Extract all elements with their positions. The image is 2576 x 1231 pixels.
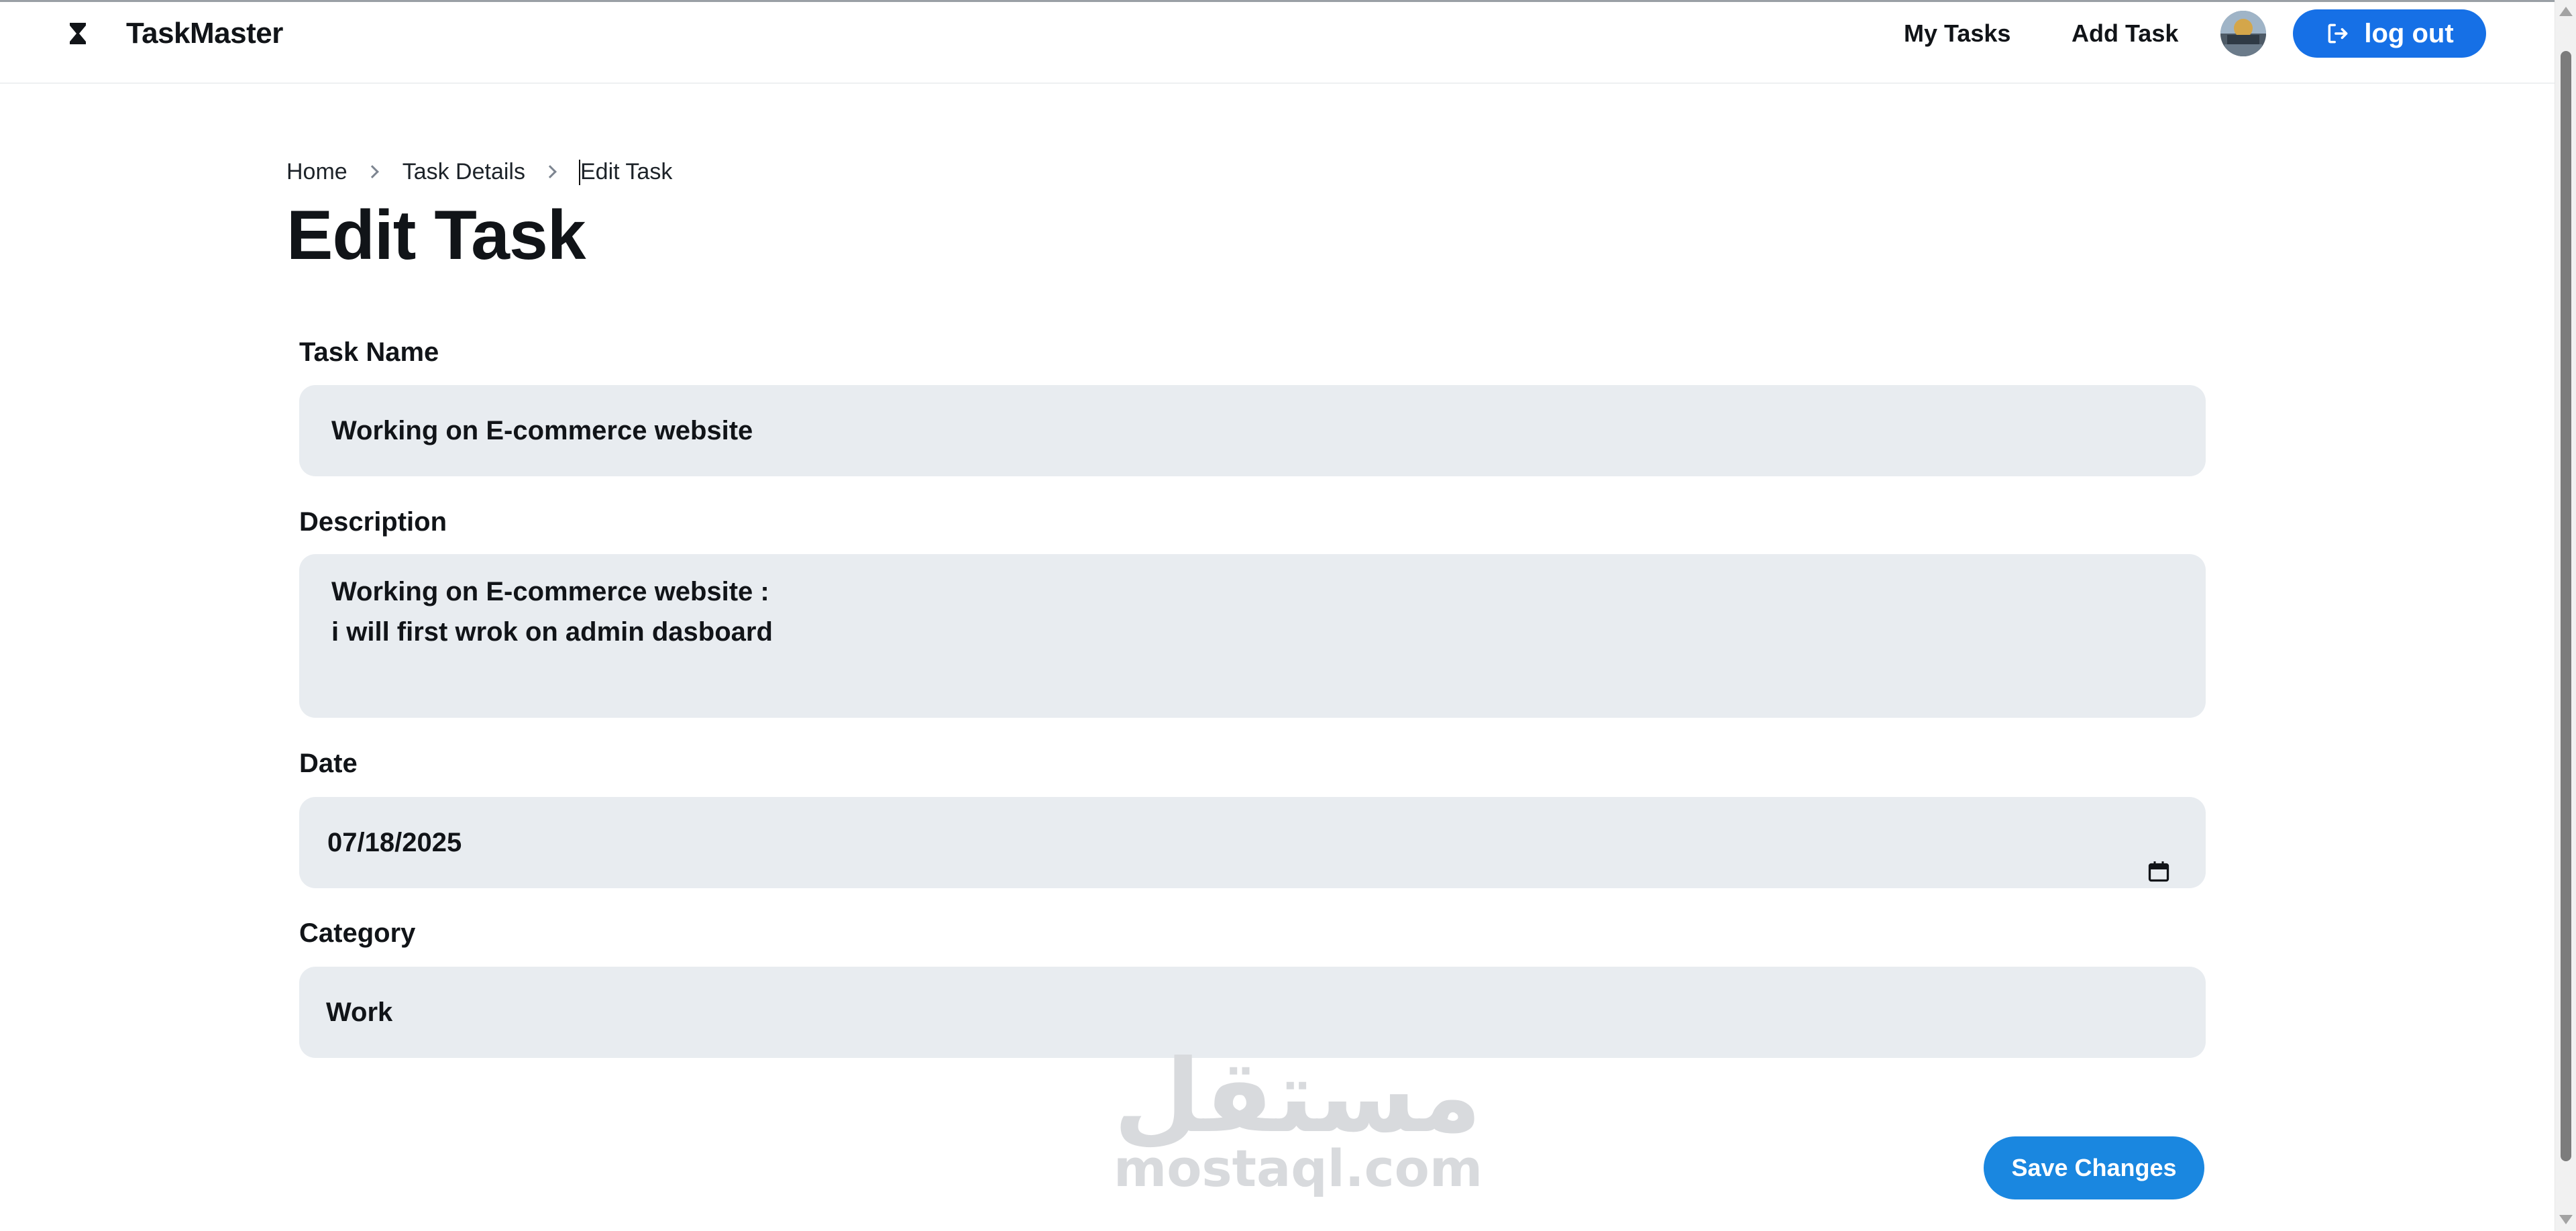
hourglass-logo-icon bbox=[64, 20, 91, 47]
logout-label: log out bbox=[2364, 18, 2454, 48]
breadcrumb: Home Task Details Edit Task bbox=[286, 157, 672, 186]
top-navbar: TaskMaster My Tasks Add Task log out bbox=[0, 0, 2555, 84]
chevron-right-icon bbox=[365, 165, 379, 178]
date-value: 07/18/2025 bbox=[327, 828, 462, 857]
calendar-icon[interactable] bbox=[2147, 829, 2171, 920]
nav-my-tasks-link[interactable]: My Tasks bbox=[1904, 18, 2010, 49]
vertical-scrollbar[interactable] bbox=[2555, 0, 2576, 1231]
scroll-up-arrow-icon[interactable] bbox=[2559, 7, 2573, 16]
category-select[interactable]: Work bbox=[299, 967, 2206, 1058]
watermark-latin: mostaql.com bbox=[1114, 1138, 1483, 1198]
avatar[interactable] bbox=[2220, 11, 2266, 56]
brand-name: TaskMaster bbox=[126, 17, 283, 50]
date-input[interactable]: 07/18/2025 bbox=[299, 797, 2206, 888]
page-title: Edit Task bbox=[286, 197, 586, 274]
scroll-down-arrow-icon[interactable] bbox=[2559, 1215, 2573, 1224]
description-label: Description bbox=[299, 507, 447, 537]
chevron-right-icon bbox=[543, 165, 557, 178]
logout-icon bbox=[2328, 23, 2348, 44]
nav-add-task-link[interactable]: Add Task bbox=[2072, 18, 2178, 49]
avatar-photo-icon bbox=[2220, 11, 2266, 56]
scrollbar-thumb[interactable] bbox=[2561, 51, 2571, 1161]
save-changes-button[interactable]: Save Changes bbox=[1984, 1136, 2204, 1199]
breadcrumb-edit-task: Edit Task bbox=[578, 157, 672, 186]
watermark-arabic: مستقل bbox=[1114, 1038, 1482, 1155]
task-name-label: Task Name bbox=[299, 337, 439, 367]
logout-button[interactable]: log out bbox=[2293, 9, 2486, 58]
watermark-logo: مستقل mostaql.com bbox=[1114, 1038, 1483, 1198]
task-name-input[interactable]: Working on E-commerce website bbox=[299, 385, 2206, 476]
category-label: Category bbox=[299, 918, 416, 948]
date-label: Date bbox=[299, 749, 358, 778]
brand[interactable]: TaskMaster bbox=[64, 17, 283, 50]
description-textarea[interactable]: Working on E-commerce website : i will f… bbox=[299, 554, 2206, 718]
breadcrumb-home[interactable]: Home bbox=[286, 157, 347, 186]
breadcrumb-task-details[interactable]: Task Details bbox=[402, 157, 525, 186]
